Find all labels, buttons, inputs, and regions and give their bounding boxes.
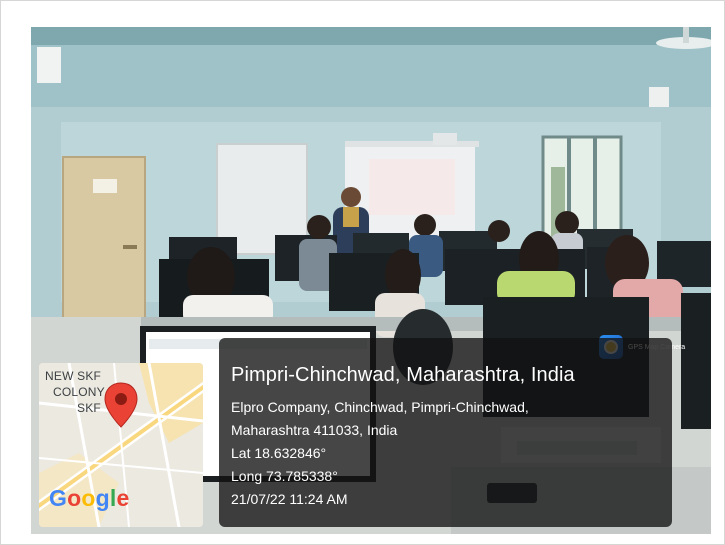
map-thumbnail: NEW SKF COLONY SKF Google (39, 363, 203, 527)
place-name: Pimpri-Chinchwad, Maharashtra, India (231, 364, 575, 386)
map-label-skf: SKF (77, 401, 101, 415)
google-letter: o (67, 485, 82, 511)
location-overlay: Pimpri-Chinchwad, Maharashtra, India Elp… (219, 338, 672, 527)
google-letter: G (49, 485, 68, 511)
address-line-2: Maharashtra 411033, India (231, 422, 398, 438)
image-frame: GPS Map Camera Pimpri-Chinchwad, Maharas… (0, 0, 725, 545)
longitude: Long 73.785338° (231, 468, 338, 484)
google-letter: g (95, 485, 110, 511)
address-line-1: Elpro Company, Chinchwad, Pimpri-Chinchw… (231, 399, 529, 415)
google-letter: o (81, 485, 96, 511)
latitude: Lat 18.632846° (231, 445, 327, 461)
google-logo: Google (49, 485, 129, 512)
map-label-colony: COLONY (53, 385, 105, 399)
map-label-new-skf: NEW SKF (45, 369, 102, 383)
google-letter: e (116, 485, 130, 511)
datetime: 21/07/22 11:24 AM (231, 491, 348, 507)
location-pin-icon (104, 382, 138, 428)
